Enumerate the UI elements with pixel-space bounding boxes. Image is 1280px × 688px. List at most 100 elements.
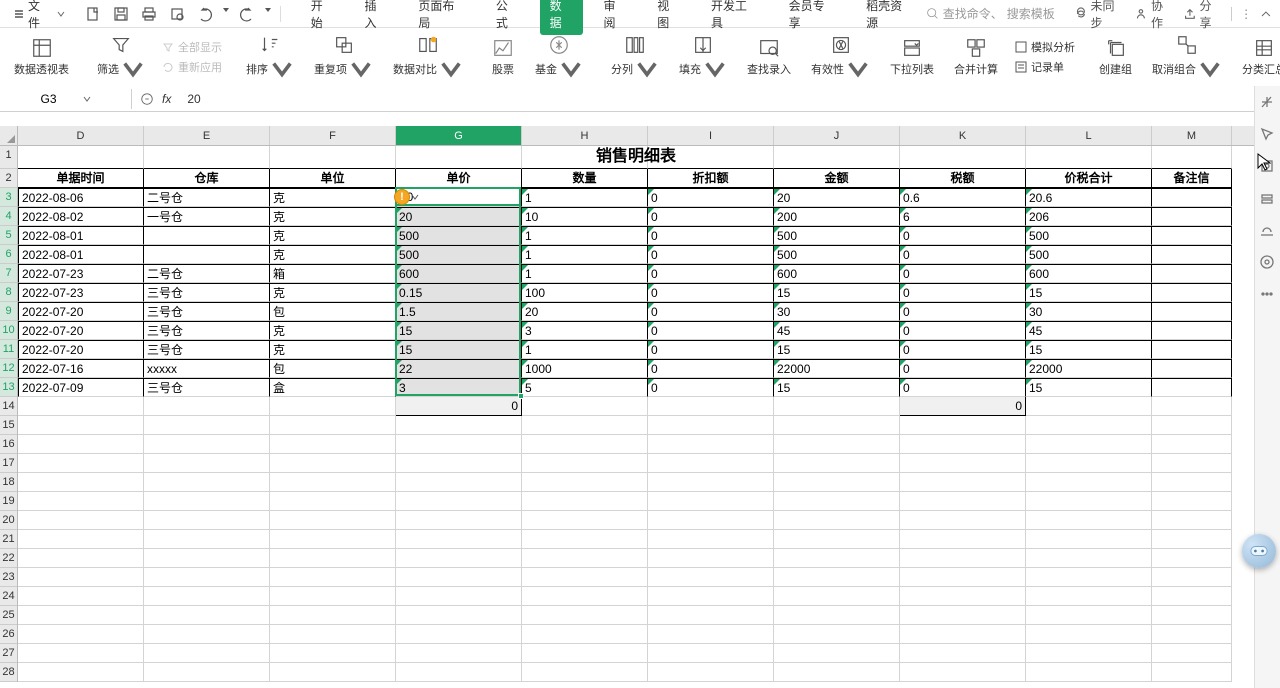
cell[interactable] bbox=[1026, 549, 1152, 568]
row-header-3[interactable]: 3 bbox=[0, 188, 17, 207]
cell[interactable] bbox=[522, 625, 648, 644]
cell[interactable] bbox=[270, 644, 396, 663]
cell[interactable]: 20 bbox=[774, 188, 900, 207]
cell[interactable]: 克! bbox=[270, 188, 396, 207]
cell[interactable] bbox=[144, 492, 270, 511]
cell[interactable] bbox=[270, 568, 396, 587]
cell[interactable]: 45 bbox=[1026, 321, 1152, 340]
row-header-18[interactable]: 18 bbox=[0, 473, 17, 492]
col-header-J[interactable]: J bbox=[774, 126, 900, 145]
cancel-formula-icon[interactable] bbox=[140, 92, 154, 106]
cell[interactable] bbox=[774, 663, 900, 682]
cell[interactable]: 0 bbox=[396, 397, 522, 416]
cell[interactable] bbox=[774, 606, 900, 625]
cell[interactable]: 0.15 bbox=[396, 283, 522, 302]
cell[interactable]: 包 bbox=[270, 302, 396, 321]
cell[interactable]: 0 bbox=[900, 283, 1026, 302]
whatif-button[interactable]: 模拟分析 bbox=[1010, 38, 1079, 56]
new-icon[interactable] bbox=[82, 3, 104, 25]
cell[interactable] bbox=[1026, 568, 1152, 587]
row-header-21[interactable]: 21 bbox=[0, 530, 17, 549]
cell[interactable]: 22000 bbox=[774, 359, 900, 378]
cell[interactable]: 5 bbox=[522, 378, 648, 397]
cell[interactable]: 1 bbox=[522, 245, 648, 264]
cell[interactable] bbox=[1026, 625, 1152, 644]
cell[interactable] bbox=[774, 492, 900, 511]
row-header-27[interactable]: 27 bbox=[0, 644, 17, 663]
cell[interactable] bbox=[774, 644, 900, 663]
cell[interactable] bbox=[1152, 264, 1232, 283]
cell[interactable] bbox=[18, 511, 144, 530]
cell[interactable] bbox=[648, 587, 774, 606]
cell[interactable] bbox=[1152, 568, 1232, 587]
cell[interactable]: 3 bbox=[522, 321, 648, 340]
row-header-2[interactable]: 2 bbox=[0, 169, 17, 188]
error-indicator-icon[interactable]: ! bbox=[394, 189, 419, 205]
cell[interactable] bbox=[1152, 340, 1232, 359]
cell[interactable] bbox=[270, 511, 396, 530]
cell[interactable]: 0 bbox=[648, 226, 774, 245]
cell[interactable]: 0 bbox=[900, 321, 1026, 340]
cell[interactable] bbox=[18, 568, 144, 587]
cell[interactable]: 单价 bbox=[396, 169, 522, 188]
row-header-28[interactable]: 28 bbox=[0, 663, 17, 682]
cell[interactable]: 0 bbox=[648, 264, 774, 283]
cell[interactable] bbox=[648, 511, 774, 530]
cell[interactable] bbox=[144, 397, 270, 416]
cell[interactable] bbox=[1152, 625, 1232, 644]
cell[interactable]: 15 bbox=[774, 340, 900, 359]
cell[interactable] bbox=[18, 644, 144, 663]
fx-icon[interactable]: fx bbox=[162, 92, 171, 106]
find-input-button[interactable]: 查找录入 bbox=[739, 28, 799, 86]
col-header-M[interactable]: M bbox=[1152, 126, 1232, 145]
cell[interactable] bbox=[270, 473, 396, 492]
cell[interactable] bbox=[270, 625, 396, 644]
cell[interactable] bbox=[396, 492, 522, 511]
row-header-24[interactable]: 24 bbox=[0, 587, 17, 606]
cell[interactable]: 克 bbox=[270, 340, 396, 359]
cell[interactable] bbox=[774, 568, 900, 587]
cell[interactable]: 0 bbox=[900, 340, 1026, 359]
cell[interactable] bbox=[1026, 511, 1152, 530]
cell[interactable] bbox=[900, 644, 1026, 663]
cell[interactable] bbox=[396, 625, 522, 644]
cell[interactable]: 15 bbox=[396, 321, 522, 340]
cell[interactable] bbox=[18, 435, 144, 454]
cell[interactable] bbox=[900, 530, 1026, 549]
cell[interactable] bbox=[1026, 435, 1152, 454]
cell[interactable] bbox=[774, 416, 900, 435]
cell[interactable] bbox=[648, 549, 774, 568]
cell[interactable] bbox=[900, 625, 1026, 644]
filter-button[interactable]: 筛选 bbox=[89, 28, 153, 86]
cell[interactable] bbox=[396, 511, 522, 530]
cell[interactable] bbox=[648, 473, 774, 492]
cell[interactable]: 2022-07-20 bbox=[18, 302, 144, 321]
fill-button[interactable]: 填充 bbox=[671, 28, 735, 86]
cell[interactable]: 0 bbox=[648, 378, 774, 397]
cell[interactable] bbox=[774, 511, 900, 530]
cell[interactable] bbox=[18, 492, 144, 511]
cell[interactable] bbox=[396, 644, 522, 663]
cell[interactable]: 0 bbox=[900, 226, 1026, 245]
cell[interactable]: 1 bbox=[522, 340, 648, 359]
cell[interactable] bbox=[774, 397, 900, 416]
fund-button[interactable]: 基金 bbox=[527, 28, 591, 86]
cell[interactable] bbox=[1026, 454, 1152, 473]
cell[interactable]: 2022-08-01 bbox=[18, 245, 144, 264]
cell[interactable]: 克 bbox=[270, 283, 396, 302]
cell[interactable] bbox=[1152, 606, 1232, 625]
cell[interactable]: 500 bbox=[774, 245, 900, 264]
row-header-14[interactable]: 14 bbox=[0, 397, 17, 416]
cell[interactable] bbox=[270, 397, 396, 416]
cell[interactable] bbox=[270, 530, 396, 549]
row-header-17[interactable]: 17 bbox=[0, 454, 17, 473]
cell[interactable] bbox=[522, 663, 648, 682]
cell[interactable] bbox=[270, 454, 396, 473]
qat-more-icon[interactable] bbox=[264, 3, 272, 25]
cell[interactable]: 包 bbox=[270, 359, 396, 378]
cell[interactable] bbox=[144, 587, 270, 606]
cell[interactable] bbox=[1026, 606, 1152, 625]
cell[interactable]: 克 bbox=[270, 226, 396, 245]
cell[interactable] bbox=[144, 511, 270, 530]
cell[interactable] bbox=[900, 435, 1026, 454]
